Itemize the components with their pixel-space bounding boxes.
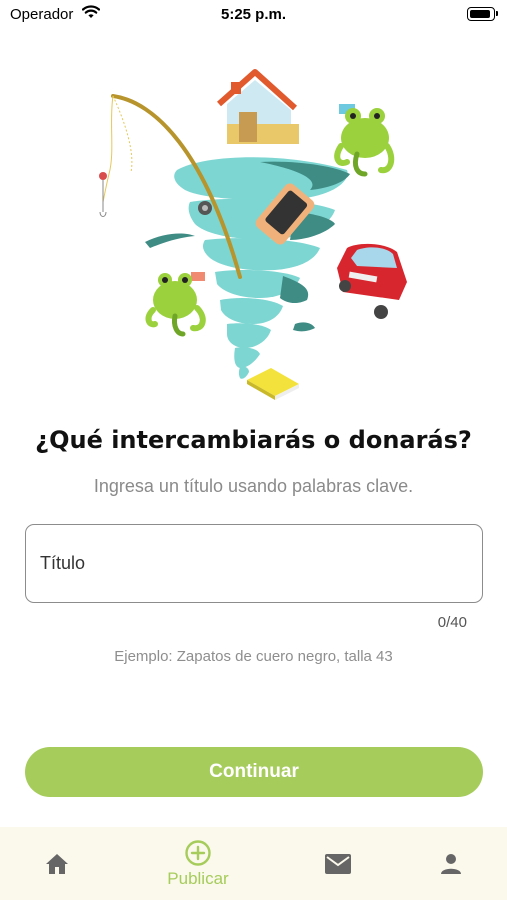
nav-item-publicar[interactable]: Publicar <box>138 827 258 900</box>
person-icon <box>441 853 461 874</box>
tornado-illustration <box>95 62 415 402</box>
tornado-icon <box>145 157 350 379</box>
example-hint: Ejemplo: Zapatos de cuero negro, talla 4… <box>114 648 393 665</box>
title-input[interactable] <box>40 549 460 577</box>
continue-button[interactable]: Continuar <box>25 747 483 797</box>
nav-item-profile[interactable] <box>391 827 507 900</box>
add-circle-icon <box>185 839 211 866</box>
nav-label-publicar: Publicar <box>167 868 229 888</box>
title-field[interactable] <box>25 524 483 603</box>
frog-icon <box>145 272 206 337</box>
page-title: ¿Qué intercambiarás o donarás? <box>35 426 472 454</box>
nav-item-home[interactable] <box>0 827 117 900</box>
frog-icon <box>334 104 395 177</box>
status-time: 5:25 p.m. <box>220 6 287 23</box>
mail-icon <box>325 853 351 874</box>
nav-item-messages[interactable] <box>278 827 398 900</box>
car-icon <box>337 243 407 319</box>
book-icon <box>247 368 299 400</box>
battery-icon <box>467 7 498 21</box>
status-bar: Operador 5:25 p.m. <box>0 0 507 30</box>
house-icon <box>217 69 299 144</box>
page-subtitle: Ingresa un título usando palabras clave. <box>93 476 414 496</box>
home-icon <box>46 853 68 874</box>
bottom-navigation: Publicar <box>0 827 507 900</box>
character-counter: 0/40 <box>437 614 467 631</box>
